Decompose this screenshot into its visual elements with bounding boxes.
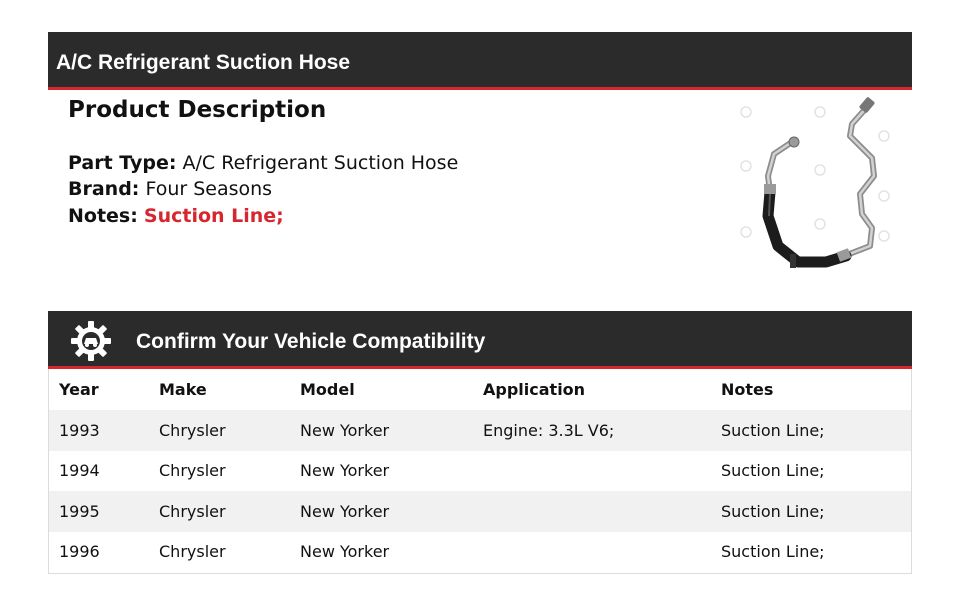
cell-year: 1994 [59, 461, 100, 481]
column-header-year: Year [59, 380, 99, 399]
cell-notes: Suction Line; [721, 542, 825, 562]
cell-year: 1995 [49, 491, 149, 532]
cell-application [473, 451, 711, 492]
table-row: 1994 Chrysler New Yorker Suction Line; [49, 451, 911, 492]
notes-value: Suction Line; [143, 205, 284, 227]
compatibility-table: Year Make Model Application Notes 1993 C… [48, 369, 912, 574]
compatibility-banner: Confirm Your Vehicle Compatibility [48, 311, 912, 369]
cell-model: New Yorker [300, 461, 390, 481]
cell-notes: Suction Line; [721, 461, 825, 481]
cell-application [473, 532, 711, 573]
cell-model: New Yorker [290, 491, 473, 532]
cell-application [473, 491, 711, 532]
product-title: A/C Refrigerant Suction Hose [56, 51, 351, 74]
cell-make: Chrysler [159, 461, 226, 481]
part-type-value: A/C Refrigerant Suction Hose [182, 152, 459, 174]
gear-car-icon [71, 321, 111, 361]
notes-label: Notes: [68, 205, 138, 227]
cell-year: 1993 [49, 410, 149, 451]
brand-line: Brand: Four Seasons [68, 178, 272, 200]
description-heading: Product Description [68, 97, 327, 123]
column-header-model: Model [300, 380, 355, 399]
brand-value: Four Seasons [145, 178, 273, 200]
cell-make: Chrysler [159, 542, 226, 562]
notes-line: Notes: Suction Line; [68, 205, 284, 227]
cell-model: New Yorker [300, 542, 390, 562]
product-title-banner: A/C Refrigerant Suction Hose [48, 32, 912, 90]
cell-application: Engine: 3.3L V6; [473, 410, 711, 451]
cell-notes: Suction Line; [711, 491, 911, 532]
part-type-label: Part Type: [68, 152, 177, 174]
column-header-make: Make [159, 380, 207, 399]
table-row: 1995 Chrysler New Yorker Suction Line; [49, 491, 911, 532]
cell-make: Chrysler [149, 410, 290, 451]
cell-notes: Suction Line; [711, 410, 911, 451]
cell-year: 1996 [59, 542, 100, 562]
column-header-notes: Notes [721, 380, 774, 399]
column-header-application: Application [483, 380, 586, 399]
table-row: 1996 Chrysler New Yorker Suction Line; [49, 532, 911, 573]
part-type-line: Part Type: A/C Refrigerant Suction Hose [68, 152, 458, 174]
table-row: 1993 Chrysler New Yorker Engine: 3.3L V6… [49, 410, 911, 451]
table-header-row: Year Make Model Application Notes [49, 369, 911, 410]
suction-hose-image [740, 97, 890, 268]
cell-model: New Yorker [290, 410, 473, 451]
compatibility-title: Confirm Your Vehicle Compatibility [136, 330, 486, 353]
brand-label: Brand: [68, 178, 140, 200]
cell-make: Chrysler [149, 491, 290, 532]
